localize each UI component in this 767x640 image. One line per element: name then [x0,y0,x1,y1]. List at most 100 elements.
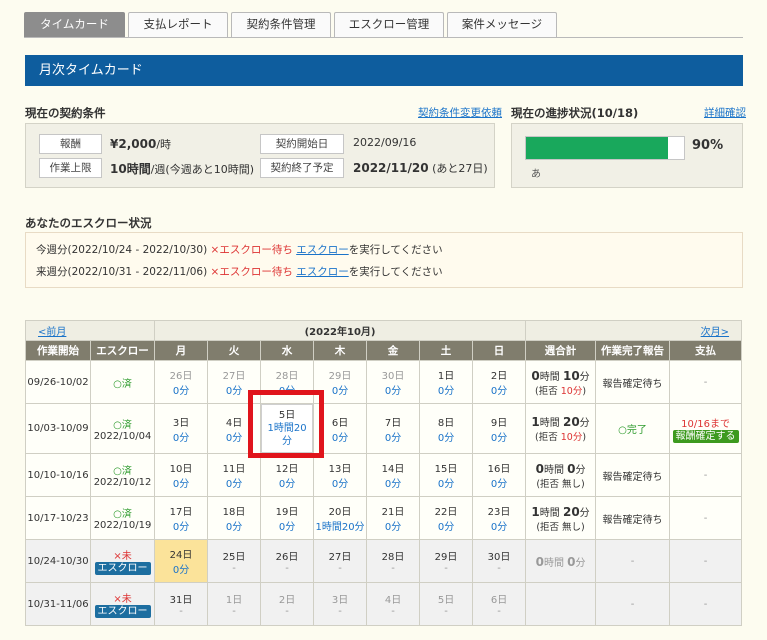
tab-timecard[interactable]: タイムカード [24,12,125,37]
contract-change-link[interactable]: 契約条件変更依頼 [418,105,502,120]
week-total [525,582,597,626]
day-cell[interactable]: 21日 0分 [366,496,421,540]
escrow-status: ○済 2022/10/19 [89,496,156,540]
col-header: エスクロー [89,340,156,361]
day-cell[interactable]: 11日 0分 [207,453,262,497]
week-total: 0時間 10分 (拒否 10分) [525,360,597,404]
calendar-month-title: (2022年10月) [154,320,527,341]
day-cell[interactable]: 19日 0分 [260,496,315,540]
report-status: - [595,582,671,626]
next-month-link[interactable]: 次月> [701,327,729,338]
col-header: 支払 [669,340,743,361]
week-range: 10/17-10/23 [25,496,91,540]
payment-status: 10/16まで 報酬確定する [669,403,743,454]
progress-percent: 90% [692,138,724,153]
day-cell: 28日 - [366,539,421,583]
day-cell: 4日 - [366,582,421,626]
report-status: 報告確定待ち [595,453,671,497]
table-row: 10/10-10/16 ○済 2022/10/12 10日 0分 11日 0分 12日… [25,453,743,497]
week-total: 0時間 0分 (拒否 無し) [525,453,597,497]
table-row: 10/17-10/23 ○済 2022/10/19 17日 0分 18日 0分 19日… [25,496,743,540]
day-cell[interactable]: 27日 0分 [207,360,262,404]
day-cell[interactable]: 14日 0分 [366,453,421,497]
escrow-status: ○済 [89,360,156,404]
contract-title: 現在の契約条件 [25,106,106,120]
escrow-status-box: 今週分(2022/10/24 - 2022/10/30) ×エスクロー待ち エス… [25,232,743,288]
day-cell[interactable]: 8日 0分 [419,403,474,454]
progress-detail-link[interactable]: 詳細確認 [704,105,746,120]
day-cell[interactable]: 28日 0分 [260,360,315,404]
progress-bar-fill [526,137,669,159]
day-cell[interactable]: 17日 0分 [154,496,209,540]
prev-month-link[interactable]: <前月 [38,327,66,338]
table-row: 10/03-10/09 ○済 2022/10/04 3日 0分 4日 0分 5日 1時間… [25,403,743,454]
day-cell: 5日 - [419,582,474,626]
day-cell[interactable]: 1日 0分 [419,360,474,404]
table-row: 09/26-10/02 ○済 26日 0分 27日 0分 28日 0分 29日 0分 3… [25,360,743,404]
day-cell[interactable]: 23日 0分 [472,496,527,540]
day-cell[interactable]: 2日 0分 [472,360,527,404]
progress-note: あ [531,169,541,180]
limit-value: 10時間/週(今週あと10時間) [110,162,254,176]
day-cell[interactable]: 20日 1時間20分 [313,496,368,540]
day-cell[interactable]: 6日 0分 [313,403,368,454]
day-cell[interactable]: 29日 0分 [313,360,368,404]
day-cell[interactable]: 12日 0分 [260,453,315,497]
day-cell[interactable]: 16日 0分 [472,453,527,497]
confirm-payment-button[interactable]: 報酬確定する [672,429,739,443]
payment-status: - [669,360,743,404]
day-cell[interactable]: 4日 0分 [207,403,262,454]
day-cell: 27日 - [313,539,368,583]
escrow-status: ×未 エスクロー [89,582,156,626]
day-cell[interactable]: 15日 0分 [419,453,474,497]
day-cell[interactable]: 18日 0分 [207,496,262,540]
col-header: 週合計 [525,340,597,361]
col-header: 土 [419,340,474,361]
escrow-button[interactable]: エスクロー [94,605,151,618]
start-label: 契約開始日 [260,134,344,154]
report-status: - [595,539,671,583]
day-cell[interactable]: 30日 0分 [366,360,421,404]
tab-messages[interactable]: 案件メッセージ [447,12,557,37]
end-value: 2022/11/20 (あと27日) [353,161,488,175]
page-title-banner: 月次タイムカード [25,55,743,86]
reward-label: 報酬 [39,134,102,154]
payment-status: - [669,496,743,540]
tab-bar: タイムカード 支払レポート 契約条件管理 エスクロー管理 案件メッセージ [24,12,557,37]
col-header: 作業完了報告 [595,340,671,361]
day-cell[interactable]: 10日 0分 [154,453,209,497]
escrow-status: ○済 2022/10/04 [89,403,156,454]
col-header: 火 [207,340,262,361]
day-cell-today[interactable]: 24日 0分 [154,539,209,583]
day-cell[interactable]: 9日 0分 [472,403,527,454]
day-cell[interactable]: 3日 0分 [154,403,209,454]
tab-payment-report[interactable]: 支払レポート [128,12,228,37]
day-cell: 25日 - [207,539,262,583]
escrow-status: ×未 エスクロー [89,539,156,583]
escrow-link[interactable]: エスクロー [296,266,349,278]
day-cell: 29日 - [419,539,474,583]
escrow-link[interactable]: エスクロー [296,244,349,256]
week-total: 1時間 20分 (拒否 無し) [525,496,597,540]
report-status: 報告確定待ち [595,360,671,404]
week-range: 09/26-10/02 [25,360,91,404]
col-header: 金 [366,340,421,361]
week-total: 1時間 20分 (拒否 10分) [525,403,597,454]
progress-bar [525,136,685,160]
day-cell[interactable]: 7日 0分 [366,403,421,454]
progress-box: 90% あ [511,123,743,188]
day-cell-highlighted[interactable]: 5日 1時間20分 [260,403,315,454]
escrow-line-next-week: 来週分(2022/10/31 - 2022/11/06) ×エスクロー待ち エス… [36,266,443,278]
day-cell: 30日 - [472,539,527,583]
col-header: 日 [472,340,527,361]
day-cell[interactable]: 13日 0分 [313,453,368,497]
progress-title: 現在の進捗状況(10/18) [511,106,639,120]
tab-escrow-management[interactable]: エスクロー管理 [334,12,444,37]
day-cell[interactable]: 22日 0分 [419,496,474,540]
tab-contract-management[interactable]: 契約条件管理 [231,12,331,37]
escrow-line-this-week: 今週分(2022/10/24 - 2022/10/30) ×エスクロー待ち エス… [36,244,443,256]
week-range: 10/31-11/06 [25,582,91,626]
table-row: 10/31-11/06 ×未 エスクロー 31日 - 1日 - 2日 - 3日 - 4日 -… [25,582,743,626]
day-cell[interactable]: 26日 0分 [154,360,209,404]
escrow-button[interactable]: エスクロー [94,562,151,575]
